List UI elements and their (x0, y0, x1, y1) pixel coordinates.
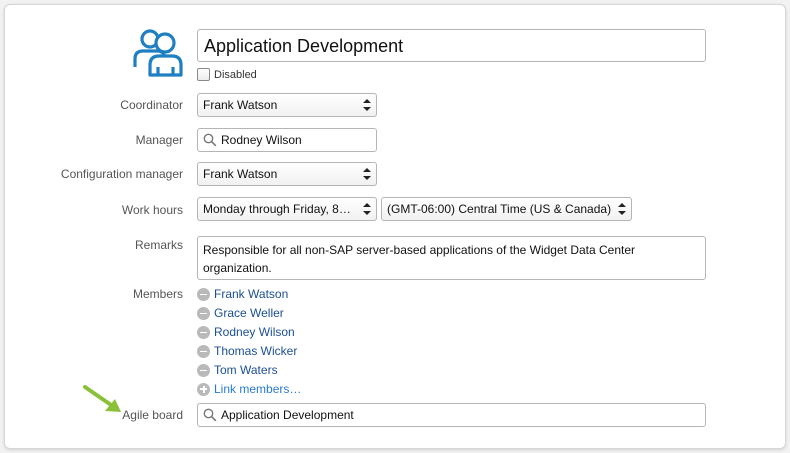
member-link[interactable]: Frank Watson (214, 287, 288, 301)
search-icon (203, 133, 217, 147)
remove-member-icon[interactable] (197, 306, 210, 320)
members-label: Members (132, 287, 183, 301)
manager-value: Rodney Wilson (221, 133, 302, 147)
configuration-manager-select[interactable]: Frank Watson (197, 162, 377, 186)
member-item: Tom Waters (197, 362, 278, 378)
work-hours-value: Monday through Friday, 8… (203, 202, 351, 216)
member-item: Frank Watson (197, 286, 288, 302)
link-members-row[interactable]: Link members… (197, 381, 301, 397)
manager-label: Manager (135, 133, 183, 147)
configuration-manager-value: Frank Watson (203, 167, 278, 181)
select-arrows-icon (363, 168, 371, 180)
select-arrows-icon (618, 203, 626, 215)
timezone-select[interactable]: (GMT-06:00) Central Time (US & Canada) (381, 197, 632, 221)
link-members-link[interactable]: Link members… (214, 382, 301, 396)
team-name-input[interactable]: Application Development (197, 29, 706, 62)
disabled-label: Disabled (214, 68, 257, 81)
remove-member-icon[interactable] (197, 287, 210, 301)
member-item: Grace Weller (197, 305, 284, 321)
work-hours-label: Work hours (121, 203, 183, 217)
member-link[interactable]: Grace Weller (214, 306, 284, 320)
select-arrows-icon (363, 203, 371, 215)
member-link[interactable]: Rodney Wilson (214, 325, 295, 339)
remove-member-icon[interactable] (197, 325, 210, 339)
work-hours-select[interactable]: Monday through Friday, 8… (197, 197, 377, 221)
search-icon (203, 408, 217, 422)
member-link[interactable]: Tom Waters (214, 363, 278, 377)
agile-board-search-field[interactable]: Application Development (197, 403, 706, 427)
agile-board-value: Application Development (221, 408, 354, 422)
configuration-manager-label: Configuration manager (60, 167, 183, 181)
remove-member-icon[interactable] (197, 363, 210, 377)
team-icon (133, 29, 183, 77)
remarks-label: Remarks (134, 238, 183, 252)
member-item: Rodney Wilson (197, 324, 295, 340)
timezone-value: (GMT-06:00) Central Time (US & Canada) (387, 202, 612, 216)
coordinator-value: Frank Watson (203, 98, 278, 112)
coordinator-select[interactable]: Frank Watson (197, 93, 377, 117)
select-arrows-icon (363, 99, 371, 111)
member-link[interactable]: Thomas Wicker (214, 344, 297, 358)
green-arrow-icon (83, 385, 121, 412)
team-form-card: Application Development Disabled Coordin… (4, 4, 786, 449)
disabled-checkbox[interactable] (197, 68, 210, 81)
add-member-icon[interactable] (197, 382, 210, 396)
remarks-textarea[interactable]: Responsible for all non-SAP server-based… (197, 236, 706, 280)
remove-member-icon[interactable] (197, 344, 210, 358)
agile-board-label: Agile board (122, 408, 183, 422)
coordinator-label: Coordinator (120, 98, 183, 112)
member-item: Thomas Wicker (197, 343, 297, 359)
manager-search-field[interactable]: Rodney Wilson (197, 128, 377, 152)
disabled-checkbox-group[interactable]: Disabled (197, 68, 257, 81)
